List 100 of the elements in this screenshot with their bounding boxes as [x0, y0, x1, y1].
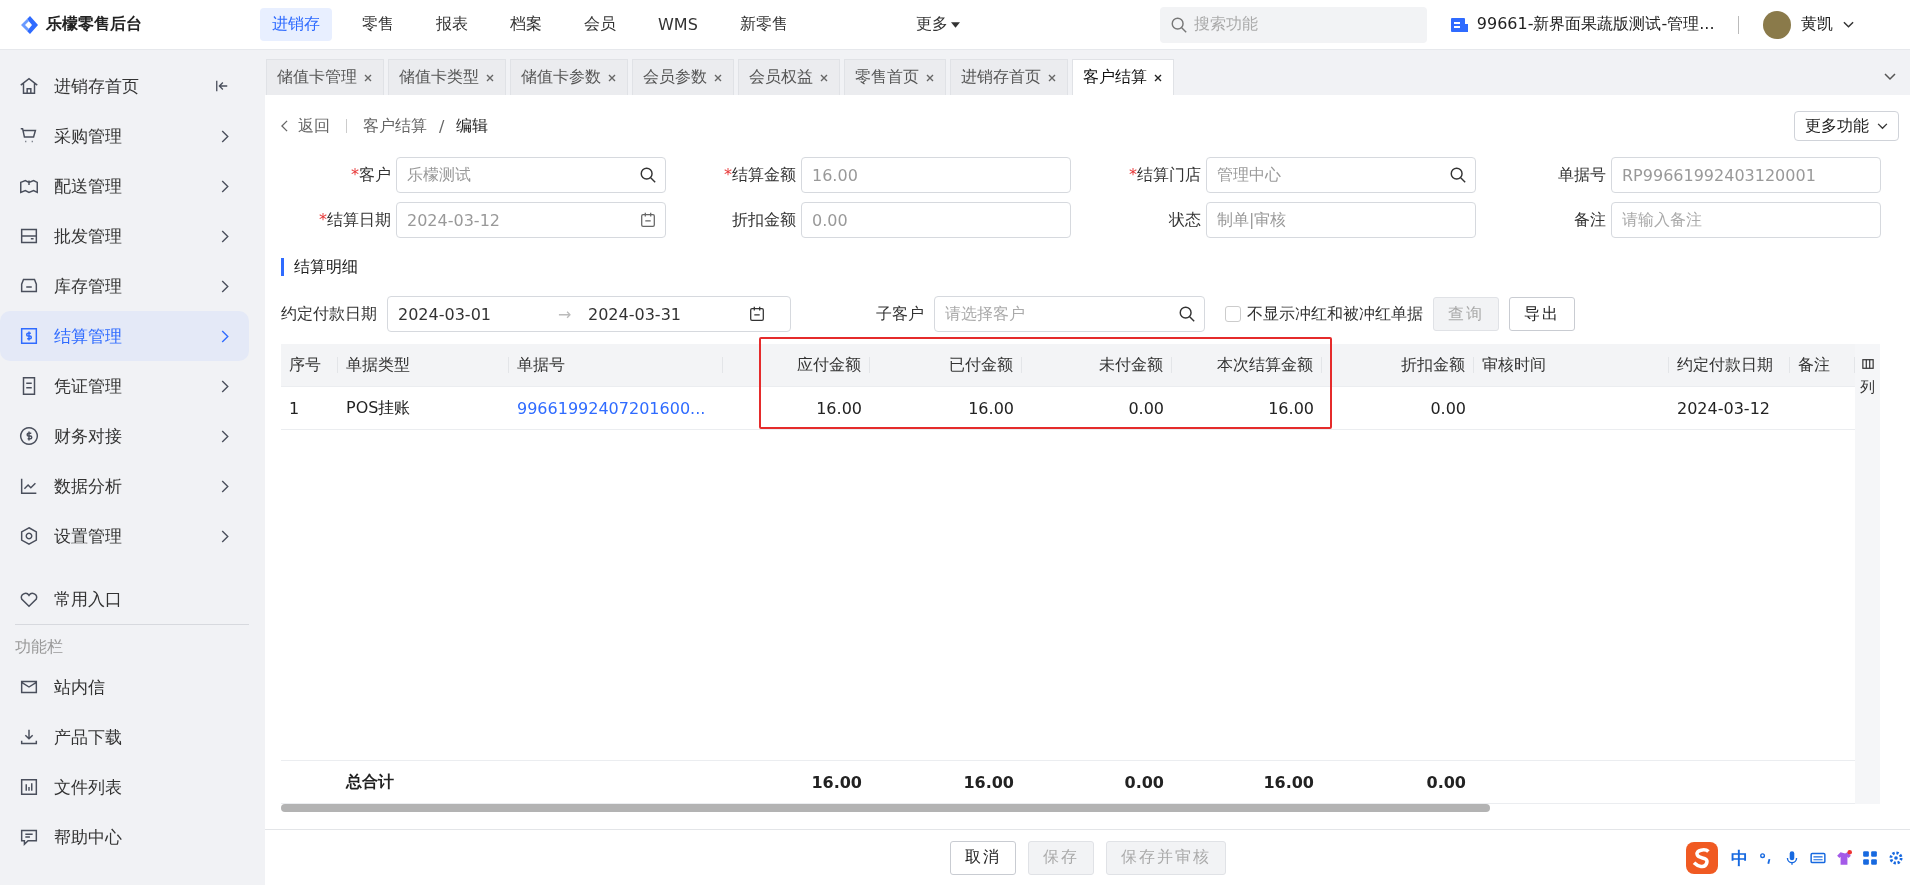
sidebar-item[interactable]: 常用入口 — [54, 587, 229, 611]
chevron-right-icon — [221, 379, 229, 393]
nav-tab[interactable]: 档案 — [498, 8, 554, 41]
total-cell: 16.00 — [811, 772, 862, 792]
table-cell: 0.00 — [1128, 398, 1164, 418]
ime-logo-icon[interactable] — [1683, 842, 1721, 874]
chevron-right-icon — [221, 229, 229, 243]
page-tab[interactable]: 会员权益 — [738, 59, 840, 95]
column-header: 单据类型 — [338, 357, 509, 373]
field-label: 结算门店 — [1137, 164, 1201, 184]
logo-icon — [20, 14, 40, 35]
table-cell: 16.00 — [816, 398, 862, 418]
keyboard-icon[interactable] — [1810, 850, 1826, 866]
nav-tab[interactable]: WMS — [646, 9, 710, 40]
required-mark: * — [1129, 164, 1137, 184]
nav-tab[interactable]: 报表 — [424, 8, 480, 41]
menu-icon — [18, 425, 40, 447]
total-cell: 0.00 — [1426, 772, 1466, 792]
close-icon[interactable] — [1153, 72, 1163, 83]
page-tab[interactable]: 储值卡管理 — [266, 59, 384, 95]
sidebar-item[interactable]: 进销存首页 — [54, 74, 201, 98]
column-header: 折扣金额 — [1322, 357, 1474, 373]
table-cell: 1 — [289, 398, 300, 418]
page-tab[interactable]: 储值卡参数 — [510, 59, 628, 95]
page-tab[interactable]: 零售首页 — [844, 59, 946, 95]
sidebar-item[interactable]: 设置管理 — [0, 511, 249, 561]
field-label: 折扣金额 — [732, 209, 796, 229]
sidebar-item[interactable]: 批发管理 — [0, 211, 249, 261]
search-icon — [639, 166, 657, 184]
page-tab[interactable]: 客户结算 — [1072, 59, 1174, 95]
nav-tab[interactable]: 零售 — [350, 8, 406, 41]
footer-button[interactable]: 取消 — [949, 840, 1016, 875]
filter-button[interactable]: 导出 — [1509, 297, 1575, 331]
scrollbar[interactable] — [281, 804, 1490, 812]
sidebar-item[interactable]: 站内信 — [54, 675, 229, 699]
more-menu[interactable]: 更多 — [903, 8, 972, 41]
caret-icon — [950, 21, 960, 28]
date-range-field[interactable]: 2024-03-01 → 2024-03-31 — [387, 296, 791, 332]
required-mark: * — [724, 164, 732, 184]
sidebar-item[interactable]: 产品下载 — [54, 725, 229, 749]
microphone-icon[interactable] — [1784, 850, 1800, 866]
checkbox-label[interactable]: 不显示冲红和被冲红单据 — [1247, 303, 1423, 325]
avatar[interactable] — [1763, 10, 1792, 39]
field-label: 子客户 — [876, 303, 924, 325]
page-tab[interactable]: 进销存首页 — [950, 59, 1068, 95]
total-cell: 16.00 — [963, 772, 1014, 792]
tool-icon — [18, 776, 40, 798]
sidebar-item[interactable]: 凭证管理 — [0, 361, 249, 411]
sidebar-item[interactable]: 库存管理 — [0, 261, 249, 311]
breadcrumb-link[interactable]: 客户结算 — [363, 115, 427, 137]
checkbox[interactable] — [1225, 306, 1241, 322]
table-cell: 16.00 — [968, 398, 1014, 418]
chevron-right-icon — [221, 179, 229, 193]
nav-tab[interactable]: 进销存 — [260, 8, 332, 41]
total-cell: 0.00 — [1124, 772, 1164, 792]
sidebar-item[interactable]: 数据分析 — [0, 461, 249, 511]
ime-mode[interactable]: 中 — [1731, 846, 1748, 870]
field-label: 客户 — [359, 164, 391, 184]
sidebar-item[interactable]: 配送管理 — [0, 161, 249, 211]
column-header: 未付金额 — [1022, 357, 1172, 373]
user-name[interactable]: 黄凯 — [1801, 14, 1834, 35]
app-title: 乐檬零售后台 — [46, 14, 142, 35]
home-icon — [18, 75, 40, 97]
field-label: 状态 — [1169, 209, 1201, 229]
table-cell: POS挂账 — [346, 397, 411, 417]
columns-icon[interactable] — [1861, 358, 1874, 370]
sidebar-item[interactable]: 采购管理 — [0, 111, 249, 161]
page-tab[interactable]: 储值卡类型 — [388, 59, 506, 95]
back-link[interactable]: 返回 — [281, 115, 330, 137]
required-mark: * — [351, 164, 359, 184]
collapse-icon[interactable] — [215, 79, 229, 93]
sidebar-item[interactable]: 帮助中心 — [54, 825, 229, 849]
column-header: 审核时间 — [1474, 357, 1669, 373]
sidebar-item[interactable]: 文件列表 — [54, 775, 229, 799]
search-icon — [1169, 15, 1188, 34]
column-header: 单据号 — [509, 357, 723, 373]
nav-tab[interactable]: 会员 — [572, 8, 628, 41]
column-settings-label[interactable]: 列 — [1860, 378, 1875, 397]
sidebar-item[interactable]: 结算管理 — [0, 311, 249, 361]
chevron-down-icon[interactable] — [1884, 73, 1896, 81]
field-label: 约定付款日期 — [281, 303, 377, 325]
page-tab[interactable]: 会员参数 — [632, 59, 734, 95]
document-link[interactable]: 99661992407201600... — [517, 398, 706, 418]
more-actions-button[interactable]: 更多功能 — [1794, 111, 1899, 141]
shirt-icon[interactable] — [1836, 850, 1852, 866]
column-header: 应付金额 — [723, 357, 870, 373]
breadcrumb-current: 编辑 — [456, 115, 489, 137]
sidebar-item[interactable]: 财务对接 — [0, 411, 249, 461]
calendar-icon — [748, 305, 766, 323]
grid-icon[interactable] — [1862, 850, 1878, 866]
chevron-down-icon — [1843, 20, 1855, 29]
column-header: 约定付款日期 — [1669, 357, 1790, 373]
chevron-right-icon — [221, 479, 229, 493]
table-cell: 0.00 — [1430, 398, 1466, 418]
nav-tab[interactable]: 新零售 — [727, 8, 800, 41]
store-name[interactable]: 99661-新界面果蔬版测试-管理... — [1476, 14, 1715, 35]
breadcrumb-separator: / — [439, 116, 445, 136]
chevron-right-icon — [221, 329, 229, 343]
table-cell: 16.00 — [1268, 398, 1314, 418]
table-cell: 2024-03-12 — [1677, 398, 1770, 418]
